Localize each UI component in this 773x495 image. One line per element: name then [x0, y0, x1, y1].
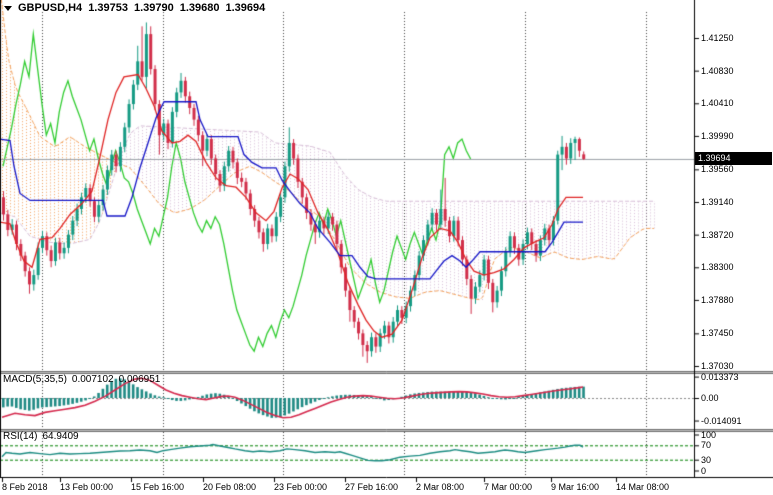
rsi-axis-label: 0: [701, 466, 706, 476]
macd-main-value: 0.007102: [72, 374, 114, 385]
time-axis-label: 27 Feb 16:00: [345, 482, 398, 492]
symbol-dropdown-icon[interactable]: [4, 6, 12, 11]
price-axis-label: 1.39560: [701, 164, 734, 174]
price-axis-label: 1.40410: [701, 98, 734, 108]
macd-axis-label: -0.014091: [701, 416, 742, 426]
macd-name: MACD(5,35,5): [3, 374, 67, 385]
price-axis-label: 1.39990: [701, 131, 734, 141]
rsi-axis-label: 70: [701, 440, 711, 450]
price-axis-label: 1.37880: [701, 295, 734, 305]
current-price-tag: 1.39694: [695, 152, 772, 165]
price-axis-label: 1.39140: [701, 197, 734, 207]
chart-canvas[interactable]: [0, 0, 773, 495]
macd-axis-label: 0.00: [701, 393, 719, 403]
time-axis-label: 9 Mar 16:00: [551, 482, 599, 492]
time-axis-label: 15 Feb 16:00: [131, 482, 184, 492]
macd-indicator-label: MACD(5,35,5) 0.007102 0.006951: [3, 374, 165, 385]
rsi-indicator-label: RSI(14) 64.9409: [3, 431, 84, 442]
quote-close: 1.39694: [225, 2, 265, 14]
price-axis-label: 1.37450: [701, 328, 734, 338]
price-axis-label: 1.41250: [701, 33, 734, 43]
time-axis-label: 14 Mar 08:00: [616, 482, 669, 492]
time-axis-label: 7 Mar 00:00: [484, 482, 532, 492]
time-axis-label: 2 Mar 08:00: [416, 482, 464, 492]
quote-open: 1.39753: [88, 2, 128, 14]
time-axis-label: 20 Feb 08:00: [203, 482, 256, 492]
rsi-name: RSI(14): [3, 431, 37, 442]
time-axis-label: 23 Feb 00:00: [274, 482, 327, 492]
symbol-timeframe-label: GBPUSD,H4: [18, 2, 82, 14]
price-axis-label: 1.38300: [701, 262, 734, 272]
macd-signal-value: 0.006951: [119, 374, 161, 385]
chart-window: GBPUSD,H4 1.39753 1.39790 1.39680 1.39694 MA…: [0, 0, 773, 495]
macd-axis-label: 0.013373: [701, 372, 739, 382]
chart-title-bar: GBPUSD,H4 1.39753 1.39790 1.39680 1.39694: [4, 2, 271, 14]
time-axis-label: 13 Feb 00:00: [60, 482, 113, 492]
time-axis-label: 8 Feb 2018: [2, 482, 48, 492]
quote-low: 1.39680: [180, 2, 220, 14]
rsi-value: 64.9409: [42, 431, 78, 442]
rsi-axis-label: 30: [701, 455, 711, 465]
rsi-axis-label: 100: [701, 430, 716, 440]
price-axis-label: 1.38720: [701, 230, 734, 240]
price-axis-label: 1.37030: [701, 361, 734, 371]
price-axis-label: 1.40830: [701, 66, 734, 76]
quote-high: 1.39790: [134, 2, 174, 14]
